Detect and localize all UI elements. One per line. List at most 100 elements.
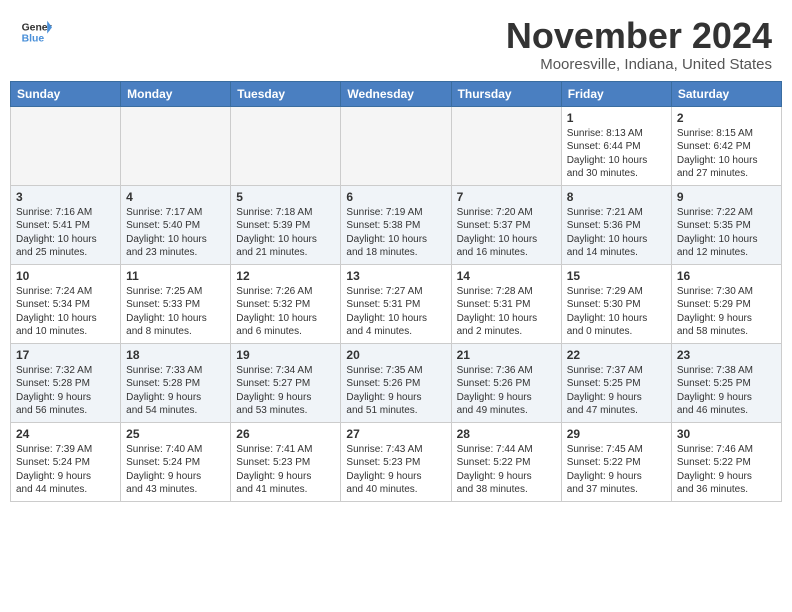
day-number: 14 <box>457 269 556 283</box>
calendar-cell: 5 Sunrise: 7:18 AMSunset: 5:39 PMDaylight… <box>231 185 341 264</box>
calendar-cell: 17Sunrise: 7:32 AMSunset: 5:28 PMDayligh… <box>11 343 121 422</box>
calendar-cell: 15 Sunrise: 7:29 AMSunset: 5:30 PMDayligh… <box>561 264 671 343</box>
calendar-wrapper: SundayMondayTuesdayWednesdayThursdayFrid… <box>0 81 792 512</box>
col-header-friday: Friday <box>561 81 671 106</box>
day-number: 27 <box>346 427 445 441</box>
day-info: Sunrise: 7:30 AMSunset: 5:29 PMDaylight:… <box>677 285 776 339</box>
calendar-cell: 19 Sunrise: 7:34 AMSunset: 5:27 PMDayligh… <box>231 343 341 422</box>
day-info: Sunrise: 7:18 AMSunset: 5:39 PMDaylight:… <box>236 206 335 260</box>
calendar-cell: 3 Sunrise: 7:16 AMSunset: 5:41 PMDaylight… <box>11 185 121 264</box>
calendar-cell: 21Sunrise: 7:36 AMSunset: 5:26 PMDayligh… <box>451 343 561 422</box>
calendar-cell: 20 Sunrise: 7:35 AMSunset: 5:26 PMDayligh… <box>341 343 451 422</box>
day-number: 6 <box>346 190 445 204</box>
day-number: 16 <box>677 269 776 283</box>
calendar-cell: 1 Sunrise: 8:13 AMSunset: 6:44 PMDaylight… <box>561 106 671 185</box>
day-info: Sunrise: 7:29 AMSunset: 5:30 PMDaylight:… <box>567 285 666 339</box>
svg-text:Blue: Blue <box>22 34 45 45</box>
calendar-row-1: 1 Sunrise: 8:13 AMSunset: 6:44 PMDaylight… <box>11 106 782 185</box>
day-info: Sunrise: 7:35 AMSunset: 5:26 PMDaylight:… <box>346 364 445 418</box>
col-header-wednesday: Wednesday <box>341 81 451 106</box>
calendar-cell: 13Sunrise: 7:27 AMSunset: 5:31 PMDayligh… <box>341 264 451 343</box>
day-number: 20 <box>346 348 445 362</box>
col-header-saturday: Saturday <box>671 81 781 106</box>
day-number: 22 <box>567 348 666 362</box>
day-info: Sunrise: 7:39 AMSunset: 5:24 PMDaylight:… <box>16 443 115 497</box>
day-info: Sunrise: 7:38 AMSunset: 5:25 PMDaylight:… <box>677 364 776 418</box>
day-info: Sunrise: 7:22 AMSunset: 5:35 PMDaylight:… <box>677 206 776 260</box>
day-number: 3 <box>16 190 115 204</box>
day-info: Sunrise: 7:16 AMSunset: 5:41 PMDaylight:… <box>16 206 115 260</box>
calendar-cell: 24 Sunrise: 7:39 AMSunset: 5:24 PMDayligh… <box>11 422 121 501</box>
title-block: November 2024 Mooresville, Indiana, Unit… <box>506 16 772 73</box>
logo-icon: General Blue <box>20 16 52 48</box>
calendar-cell: 18 Sunrise: 7:33 AMSunset: 5:28 PMDayligh… <box>121 343 231 422</box>
day-number: 28 <box>457 427 556 441</box>
calendar-header-row: SundayMondayTuesdayWednesdayThursdayFrid… <box>11 81 782 106</box>
calendar-cell: 7Sunrise: 7:20 AMSunset: 5:37 PMDaylight… <box>451 185 561 264</box>
day-info: Sunrise: 7:17 AMSunset: 5:40 PMDaylight:… <box>126 206 225 260</box>
day-number: 9 <box>677 190 776 204</box>
day-info: Sunrise: 8:13 AMSunset: 6:44 PMDaylight:… <box>567 127 666 181</box>
day-info: Sunrise: 7:25 AMSunset: 5:33 PMDaylight:… <box>126 285 225 339</box>
day-number: 19 <box>236 348 335 362</box>
day-number: 11 <box>126 269 225 283</box>
calendar-cell: 22 Sunrise: 7:37 AMSunset: 5:25 PMDayligh… <box>561 343 671 422</box>
day-number: 15 <box>567 269 666 283</box>
day-number: 24 <box>16 427 115 441</box>
day-number: 17 <box>16 348 115 362</box>
calendar-cell: 11 Sunrise: 7:25 AMSunset: 5:33 PMDayligh… <box>121 264 231 343</box>
day-number: 4 <box>126 190 225 204</box>
calendar-cell: 4 Sunrise: 7:17 AMSunset: 5:40 PMDaylight… <box>121 185 231 264</box>
day-info: Sunrise: 7:46 AMSunset: 5:22 PMDaylight:… <box>677 443 776 497</box>
calendar-cell: 16 Sunrise: 7:30 AMSunset: 5:29 PMDayligh… <box>671 264 781 343</box>
day-info: Sunrise: 7:37 AMSunset: 5:25 PMDaylight:… <box>567 364 666 418</box>
calendar-cell: 25 Sunrise: 7:40 AMSunset: 5:24 PMDayligh… <box>121 422 231 501</box>
day-info: Sunrise: 7:44 AMSunset: 5:22 PMDaylight:… <box>457 443 556 497</box>
calendar-cell: 9 Sunrise: 7:22 AMSunset: 5:35 PMDaylight… <box>671 185 781 264</box>
month-title: November 2024 <box>506 16 772 56</box>
calendar-row-3: 10 Sunrise: 7:24 AMSunset: 5:34 PMDayligh… <box>11 264 782 343</box>
day-info: Sunrise: 7:19 AMSunset: 5:38 PMDaylight:… <box>346 206 445 260</box>
col-header-monday: Monday <box>121 81 231 106</box>
day-number: 29 <box>567 427 666 441</box>
day-number: 25 <box>126 427 225 441</box>
day-number: 5 <box>236 190 335 204</box>
calendar-cell: 8 Sunrise: 7:21 AMSunset: 5:36 PMDaylight… <box>561 185 671 264</box>
calendar-cell: 23 Sunrise: 7:38 AMSunset: 5:25 PMDayligh… <box>671 343 781 422</box>
day-number: 7 <box>457 190 556 204</box>
calendar-cell: 2Sunrise: 8:15 AMSunset: 6:42 PMDaylight… <box>671 106 781 185</box>
calendar-cell: 27Sunrise: 7:43 AMSunset: 5:23 PMDayligh… <box>341 422 451 501</box>
col-header-sunday: Sunday <box>11 81 121 106</box>
calendar-cell <box>11 106 121 185</box>
calendar-cell: 28 Sunrise: 7:44 AMSunset: 5:22 PMDayligh… <box>451 422 561 501</box>
day-info: Sunrise: 7:24 AMSunset: 5:34 PMDaylight:… <box>16 285 115 339</box>
calendar-cell: 26 Sunrise: 7:41 AMSunset: 5:23 PMDayligh… <box>231 422 341 501</box>
day-number: 8 <box>567 190 666 204</box>
day-number: 18 <box>126 348 225 362</box>
day-number: 10 <box>16 269 115 283</box>
day-number: 30 <box>677 427 776 441</box>
calendar-cell: 29Sunrise: 7:45 AMSunset: 5:22 PMDayligh… <box>561 422 671 501</box>
calendar-cell <box>231 106 341 185</box>
day-info: Sunrise: 7:40 AMSunset: 5:24 PMDaylight:… <box>126 443 225 497</box>
day-number: 1 <box>567 111 666 125</box>
day-info: Sunrise: 7:41 AMSunset: 5:23 PMDaylight:… <box>236 443 335 497</box>
calendar-cell: 12Sunrise: 7:26 AMSunset: 5:32 PMDayligh… <box>231 264 341 343</box>
calendar-cell: 30 Sunrise: 7:46 AMSunset: 5:22 PMDayligh… <box>671 422 781 501</box>
calendar-row-2: 3 Sunrise: 7:16 AMSunset: 5:41 PMDaylight… <box>11 185 782 264</box>
location: Mooresville, Indiana, United States <box>506 56 772 73</box>
day-info: Sunrise: 7:21 AMSunset: 5:36 PMDaylight:… <box>567 206 666 260</box>
col-header-tuesday: Tuesday <box>231 81 341 106</box>
calendar-cell <box>341 106 451 185</box>
calendar-cell: 6 Sunrise: 7:19 AMSunset: 5:38 PMDaylight… <box>341 185 451 264</box>
day-number: 2 <box>677 111 776 125</box>
day-number: 23 <box>677 348 776 362</box>
day-info: Sunrise: 7:34 AMSunset: 5:27 PMDaylight:… <box>236 364 335 418</box>
calendar-row-4: 17Sunrise: 7:32 AMSunset: 5:28 PMDayligh… <box>11 343 782 422</box>
logo: General Blue <box>20 16 52 48</box>
col-header-thursday: Thursday <box>451 81 561 106</box>
day-number: 26 <box>236 427 335 441</box>
day-info: Sunrise: 7:33 AMSunset: 5:28 PMDaylight:… <box>126 364 225 418</box>
calendar-cell: 14Sunrise: 7:28 AMSunset: 5:31 PMDayligh… <box>451 264 561 343</box>
day-info: Sunrise: 7:36 AMSunset: 5:26 PMDaylight:… <box>457 364 556 418</box>
